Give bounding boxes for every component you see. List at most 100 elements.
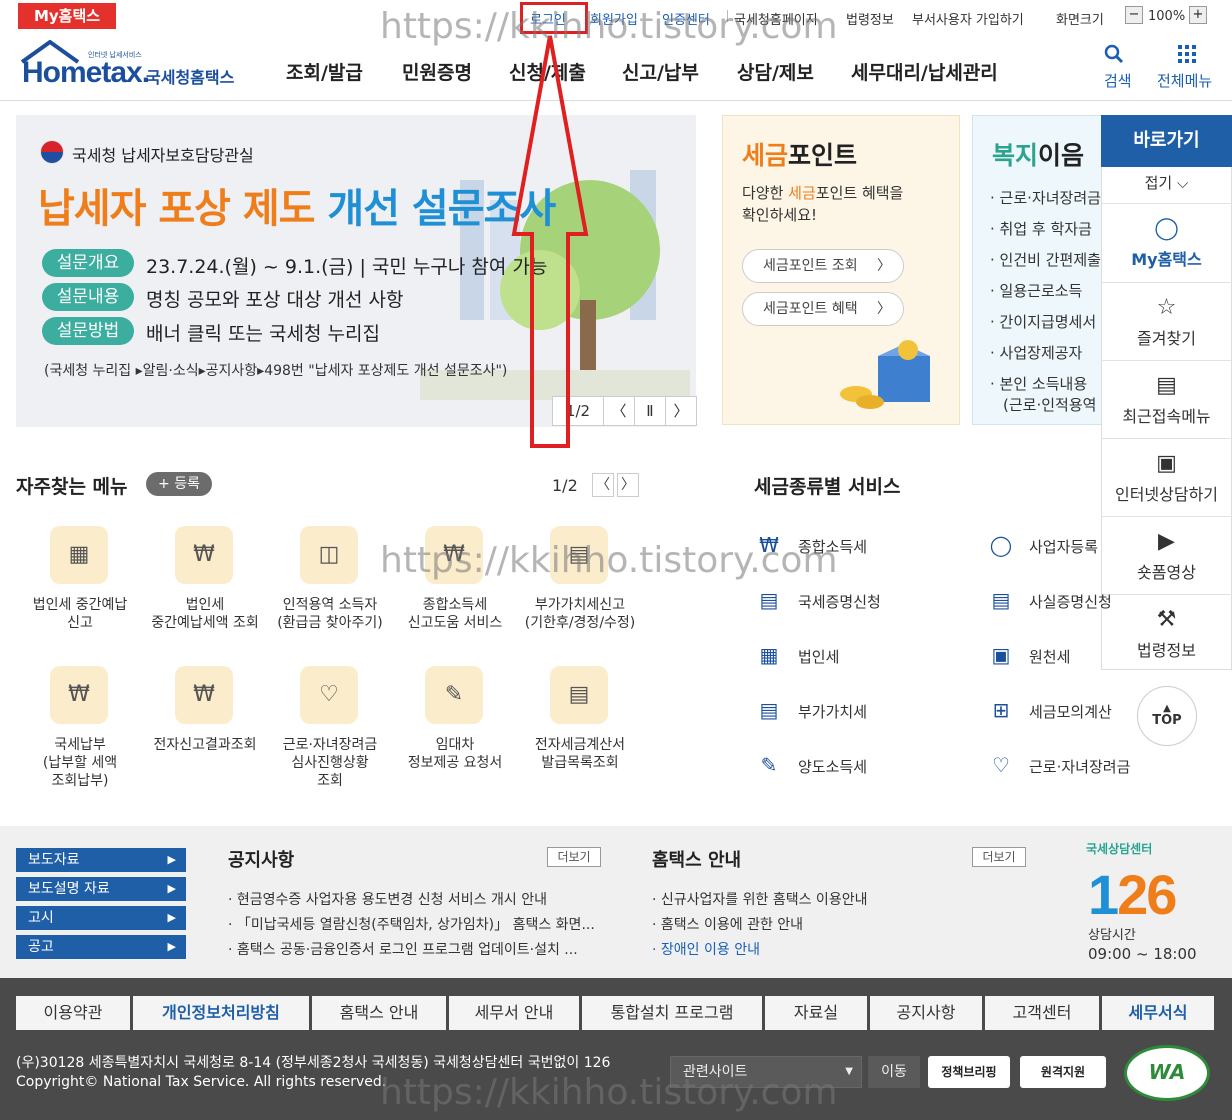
fav-service-income-refund[interactable]: 인적용역 소득자 (환급금 찾아주기): [265, 596, 395, 632]
notice-item[interactable]: · 현금영수증 사업자용 용도변경 신청 서비스 개시 안내: [228, 889, 547, 909]
tax-capital-gains[interactable]: 양도소득세: [798, 756, 867, 777]
money-bag-icon[interactable]: ₩: [50, 666, 108, 724]
quick-recent-menu[interactable]: ▤ 최근접속메뉴: [1101, 360, 1232, 438]
invoice-search-icon[interactable]: ▤: [550, 666, 608, 724]
dept-user-signup-link[interactable]: 부서사용자 가입하기: [912, 9, 1024, 28]
zoom-in-button[interactable]: +: [1189, 6, 1207, 24]
nav-inquiry[interactable]: 조회/발급: [286, 58, 363, 85]
fav-income-tax-help[interactable]: 종합소득세 신고도움 서비스: [390, 596, 520, 632]
notice-item[interactable]: · 홈택스 공동·금융인증서 로그인 프로그램 업데이트·설치 ...: [228, 939, 578, 959]
favorites-next-button[interactable]: 〉: [617, 473, 639, 497]
fav-corp-tax-prepay[interactable]: 법인세 중간예납 신고: [15, 596, 145, 632]
footer-library[interactable]: 자료실: [765, 996, 867, 1030]
banner-pause-button[interactable]: Ⅱ: [634, 396, 666, 426]
tab-notification[interactable]: 고시 ▶: [16, 906, 186, 930]
fav-tax-payment[interactable]: 국세납부 (납부할 세액 조회납부): [15, 736, 145, 790]
related-sites-go-button[interactable]: 이동: [868, 1056, 920, 1088]
quick-my-hometax[interactable]: ◯ My홈택스: [1101, 203, 1232, 281]
tab-press-explanation[interactable]: 보도설명 자료 ▶: [16, 877, 186, 901]
welfare-item[interactable]: · 본인 소득내용: [990, 373, 1087, 394]
tax-earned-income-credit[interactable]: 근로·자녀장려금: [1029, 756, 1130, 777]
notice-more-button[interactable]: 더보기: [547, 847, 601, 867]
screen-size-label: 화면크기: [1056, 13, 1104, 28]
document-icon[interactable]: ▤: [986, 585, 1016, 615]
quick-menu-fold-button[interactable]: 접기 ⌵: [1101, 172, 1232, 193]
welfare-item[interactable]: · 간이지급명세서: [990, 311, 1096, 332]
hometax-logo[interactable]: Hometax.: [22, 56, 150, 90]
footer-terms[interactable]: 이용약관: [16, 996, 130, 1030]
tax-corporate[interactable]: 법인세: [798, 646, 839, 667]
my-hometax-badge[interactable]: My홈택스: [18, 3, 116, 29]
search-icon[interactable]: [1104, 44, 1124, 64]
calendar-icon[interactable]: ◫: [300, 526, 358, 584]
banner-next-button[interactable]: 〉: [665, 396, 697, 426]
favorites-register-button[interactable]: + 등록: [146, 472, 212, 496]
all-menu-icon[interactable]: [1177, 44, 1197, 64]
footer-privacy[interactable]: 개인정보처리방침: [133, 996, 309, 1030]
banner-prev-button[interactable]: 〈: [603, 396, 635, 426]
guide-item[interactable]: · 신규사업자를 위한 홈택스 이용안내: [652, 889, 867, 909]
vat-icon[interactable]: ▤: [754, 695, 784, 725]
footer-hometax-guide[interactable]: 홈택스 안내: [312, 996, 446, 1030]
welfare-item[interactable]: · 취업 후 학자금: [990, 218, 1092, 239]
notice-item[interactable]: · 「미납국세등 열람신청(주택임차, 상가임차)」 홈택스 화면...: [228, 914, 595, 934]
policy-briefing-badge[interactable]: 정책브리핑: [928, 1056, 1010, 1088]
footer-tax-forms[interactable]: 세무서식: [1102, 996, 1214, 1030]
guide-item[interactable]: · 장애인 이용 안내: [652, 939, 760, 959]
nav-consult-report[interactable]: 상담/제보: [737, 58, 814, 85]
tax-point-benefit-button[interactable]: 세금포인트 혜택 〉: [742, 292, 904, 326]
search-label[interactable]: 검색: [1104, 70, 1132, 91]
welfare-item[interactable]: · 일용근로소득: [990, 280, 1082, 301]
document-won-search-icon[interactable]: ₩: [175, 666, 233, 724]
tax-withholding[interactable]: 원천세: [1029, 646, 1070, 667]
salary-icon[interactable]: ▣: [986, 640, 1016, 670]
nav-tax-agent[interactable]: 세무대리/납세관리: [851, 58, 998, 85]
zoom-out-button[interactable]: −: [1125, 6, 1143, 24]
guide-more-button[interactable]: 더보기: [972, 847, 1026, 867]
scroll-top-button[interactable]: ▲ TOP: [1137, 686, 1197, 746]
welfare-item[interactable]: · 인건비 간편제출: [990, 249, 1101, 270]
fav-e-invoice-list[interactable]: 전자세금계산서 발급목록조회: [515, 736, 645, 772]
tax-simulation[interactable]: 세금모의계산: [1029, 701, 1112, 722]
tax-point-inquiry-button[interactable]: 세금포인트 조회 〉: [742, 249, 904, 283]
welfare-item[interactable]: · 사업장제공자: [990, 342, 1082, 363]
document-won-icon[interactable]: ₩: [175, 526, 233, 584]
tax-certificate-request[interactable]: 국세증명신청: [798, 591, 881, 612]
document-pen-icon[interactable]: ✎: [425, 666, 483, 724]
tax-business-registration[interactable]: 사업자등록: [1029, 536, 1098, 557]
corp-tax-prepay-icon[interactable]: ▦: [50, 526, 108, 584]
document-pen-icon[interactable]: ✎: [754, 750, 784, 780]
footer-notices[interactable]: 공지사항: [870, 996, 982, 1030]
building-icon[interactable]: ▦: [754, 640, 784, 670]
document-icon[interactable]: ▤: [754, 585, 784, 615]
quick-law-info[interactable]: ⚒ 법령정보: [1101, 594, 1232, 672]
footer-tax-office-guide[interactable]: 세무서 안내: [449, 996, 579, 1030]
tab-announcement[interactable]: 공고 ▶: [16, 935, 186, 959]
nav-civil-cert[interactable]: 민원증명: [402, 58, 472, 85]
footer-customer-center[interactable]: 고객센터: [985, 996, 1099, 1030]
quick-online-consult[interactable]: ▣ 인터넷상담하기: [1101, 438, 1232, 516]
fav-vat-filing[interactable]: 부가가치세신고 (기한후/경정/수정): [515, 596, 645, 632]
welfare-item[interactable]: · 근로·자녀장려금: [990, 187, 1101, 208]
tax-vat[interactable]: 부가가치세: [798, 701, 867, 722]
quick-shortform-video[interactable]: ▶ 숏폼영상: [1101, 516, 1232, 594]
tax-fact-certificate[interactable]: 사실증명신청: [1029, 591, 1112, 612]
footer-install-program[interactable]: 통합설치 프로그램: [582, 996, 762, 1030]
remote-support-badge[interactable]: 원격지원: [1020, 1056, 1106, 1088]
law-info-link[interactable]: 법령정보: [846, 9, 894, 28]
fav-corp-prepay-inquiry[interactable]: 법인세 중간예납세액 조회: [140, 596, 270, 632]
pill-method: 설문방법: [42, 317, 134, 345]
fav-earned-income-status[interactable]: 근로·자녀장려금 심사진행상황 조회: [265, 736, 395, 790]
favorites-prev-button[interactable]: 〈: [592, 473, 614, 497]
all-menu-label[interactable]: 전체메뉴: [1157, 70, 1212, 91]
guide-item[interactable]: · 홈택스 이용에 관한 안내: [652, 914, 803, 934]
calculator-icon[interactable]: ⊞: [986, 695, 1016, 725]
heart-hand-icon[interactable]: ♡: [300, 666, 358, 724]
fav-e-filing-result[interactable]: 전자신고결과조회: [140, 736, 270, 754]
heart-icon[interactable]: ♡: [986, 750, 1016, 780]
quick-favorites[interactable]: ☆ 즐겨찾기: [1101, 282, 1232, 360]
person-icon[interactable]: ◯: [986, 530, 1016, 560]
nav-file-pay[interactable]: 신고/납부: [622, 58, 699, 85]
tab-press-release[interactable]: 보도자료 ▶: [16, 848, 186, 872]
fav-lease-info-request[interactable]: 임대차 정보제공 요청서: [390, 736, 520, 772]
